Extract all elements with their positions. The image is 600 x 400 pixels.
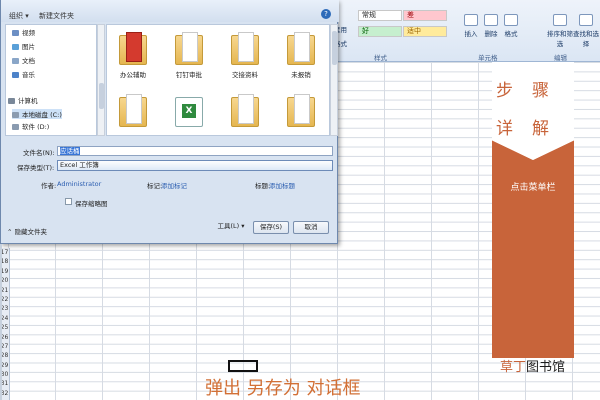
nav-scrollbar[interactable]: [97, 24, 105, 136]
file-list[interactable]: 办公辅助 钉钉审批 交接资料 未报销 X: [106, 24, 330, 136]
nav-item-label: 本地磁盘 (C:): [22, 111, 62, 119]
nav-item-label: 软件 (D:): [22, 123, 50, 131]
nav-scroll-thumb[interactable]: [99, 83, 104, 109]
filetype-label: 保存类型(T):: [17, 164, 55, 172]
save-thumbnail-checkbox[interactable]: [65, 198, 72, 205]
new-folder-button[interactable]: 新建文件夹: [39, 11, 74, 21]
banner-char-2: 骤: [532, 81, 549, 101]
window-left-edge: [0, 244, 2, 400]
folder-icon: [119, 94, 147, 127]
save-button[interactable]: 保存(S): [253, 221, 289, 234]
click-menu-hint: 点击菜单栏: [510, 183, 556, 193]
folder-item[interactable]: [225, 94, 265, 131]
style-normal[interactable]: 常规: [358, 10, 402, 21]
banner-char-4: 解: [532, 119, 549, 139]
nav-item-icon: [12, 44, 19, 50]
save-thumbnail-label: 保存缩略图: [75, 200, 108, 208]
tools-button[interactable]: 工具(L) ▾: [213, 221, 249, 234]
nav-item[interactable]: 本地磁盘 (E:): [12, 133, 61, 136]
step-caption: 弹出 另存为 对话框: [205, 378, 361, 399]
nav-item-label: 音乐: [22, 71, 35, 79]
title-label: 标题:: [255, 182, 271, 190]
dialog-toolbar: 组织 ▾ 新建文件夹 ?: [1, 0, 339, 22]
author-value[interactable]: Administrator: [57, 180, 101, 188]
nav-item-label: 本地磁盘 (E:): [22, 135, 61, 136]
sort-filter-button[interactable]: 排序和筛选: [546, 14, 574, 48]
insert-cells-icon: [464, 14, 478, 26]
folder-label: 钉钉审批: [176, 71, 202, 79]
folder-icon: [175, 32, 203, 65]
folder-icon: [231, 32, 259, 65]
author-label: 作者:: [41, 182, 57, 190]
nav-item-label: 计算机: [18, 97, 38, 105]
style-neutral[interactable]: 适中: [403, 26, 447, 37]
nav-item-icon: [12, 58, 19, 64]
nav-item-icon: [12, 112, 19, 118]
help-icon[interactable]: ?: [321, 9, 331, 19]
folder-label: 交接资料: [232, 71, 258, 79]
nav-item[interactable]: 本地磁盘 (C:): [12, 109, 62, 119]
hide-folders-toggle[interactable]: ⌃ 隐藏文件夹: [7, 226, 47, 236]
add-tags-link[interactable]: 添加标记: [161, 180, 187, 190]
organize-button[interactable]: 组织 ▾: [9, 11, 29, 21]
nav-item-icon: [12, 30, 19, 36]
folder-item[interactable]: [281, 94, 321, 131]
excel-file-icon: X: [175, 97, 203, 127]
folder-icon: [231, 94, 259, 127]
active-cell[interactable]: [228, 360, 258, 372]
file-scrollbar[interactable]: [330, 24, 338, 136]
cells-group-label: 单元格: [478, 54, 498, 62]
folder-icon: [287, 94, 315, 127]
folder-item[interactable]: [113, 94, 153, 131]
styles-group-label: 样式: [374, 54, 387, 62]
nav-item-label: 视频: [22, 29, 35, 37]
nav-item-icon: [8, 98, 15, 104]
nav-item-icon: [12, 124, 19, 130]
folder-item[interactable]: 交接资料: [225, 32, 265, 79]
folder-icon: [287, 32, 315, 65]
format-cells-icon: [504, 14, 518, 26]
excel-ribbon: 套用 格式 常规 差 好 适中 插入 删除 格式 排序和筛选 查找和选择 样式 …: [330, 0, 600, 62]
file-scroll-thumb[interactable]: [332, 31, 337, 65]
filename-label: 文件名(N):: [23, 149, 55, 157]
filename-input[interactable]: 应话桶: [57, 146, 333, 156]
watermark-accent: 草丁: [500, 360, 527, 375]
folder-icon: [119, 32, 147, 65]
nav-item-label: 图片: [22, 43, 35, 51]
banner-char-1: 步: [496, 81, 513, 101]
excel-file-item[interactable]: X: [169, 97, 209, 131]
filetype-select[interactable]: Excel 工作簿: [57, 160, 333, 171]
add-title-link[interactable]: 添加标题: [269, 180, 295, 190]
folder-label: 未报销: [291, 71, 311, 79]
format-cells-button[interactable]: 格式: [498, 14, 524, 38]
watermark: 草丁图书馆: [500, 356, 565, 375]
navigation-pane[interactable]: 视频图片文档音乐计算机本地磁盘 (C:) 软件 (D:) 本地磁盘 (E:): [5, 24, 97, 136]
folder-item[interactable]: 未报销: [281, 32, 321, 79]
nav-item-label: 文档: [22, 57, 35, 65]
banner-char-3: 详: [496, 119, 513, 139]
style-good[interactable]: 好: [358, 26, 402, 37]
nav-item[interactable]: 软件 (D:): [12, 121, 49, 131]
nav-item-icon: [12, 72, 19, 78]
watermark-rest: 图书馆: [526, 360, 566, 375]
find-select-button[interactable]: 查找和选择: [572, 14, 600, 48]
folder-item[interactable]: 办公辅助: [113, 32, 153, 79]
tags-label: 标记:: [147, 182, 163, 190]
delete-cells-icon: [484, 14, 498, 26]
cancel-button[interactable]: 取消: [293, 221, 329, 234]
style-bad[interactable]: 差: [403, 10, 447, 21]
nav-item[interactable]: 视频: [12, 27, 35, 37]
nav-item[interactable]: 文档: [12, 55, 35, 65]
folder-item[interactable]: 钉钉审批: [169, 32, 209, 79]
sort-filter-icon: [553, 14, 567, 26]
editing-group-label: 编辑: [554, 54, 567, 62]
nav-item[interactable]: 音乐: [12, 69, 35, 79]
save-as-dialog: 组织 ▾ 新建文件夹 ? 视频图片文档音乐计算机本地磁盘 (C:) 软件 (D:)…: [0, 0, 339, 244]
nav-item[interactable]: 计算机: [8, 95, 38, 105]
find-select-icon: [579, 14, 593, 26]
steps-banner: 步 骤 详 解: [492, 62, 574, 358]
nav-item[interactable]: 图片: [12, 41, 35, 51]
folder-label: 办公辅助: [120, 71, 146, 79]
